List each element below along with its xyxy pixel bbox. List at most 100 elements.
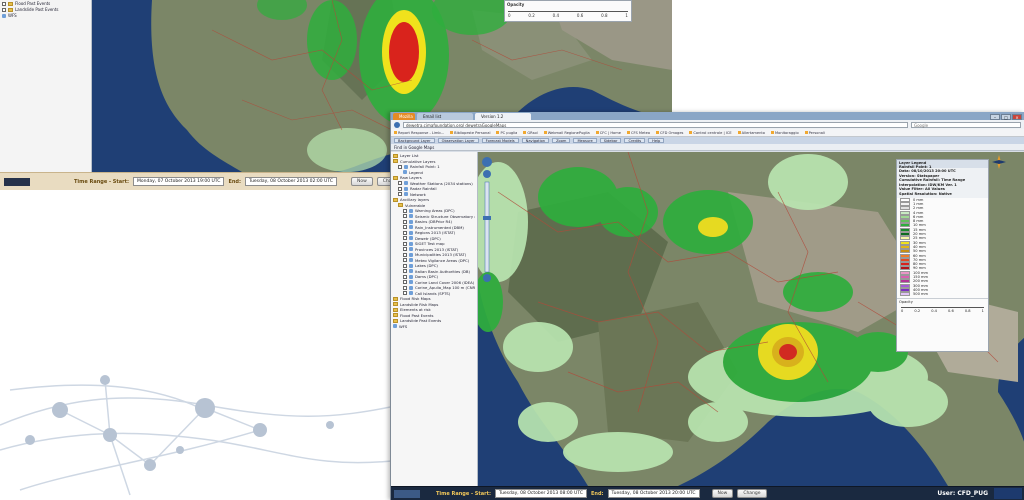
checkbox-icon[interactable] [403,208,407,213]
checkbox-icon[interactable] [403,269,407,274]
menu-observation-layer[interactable]: Observation Layer [437,138,479,143]
tree-item[interactable]: WFS [2,13,89,19]
layer-icon [409,214,413,219]
menu-help[interactable]: Help [648,138,665,143]
checkbox-icon[interactable] [398,186,402,191]
layer-icon [409,263,413,268]
legend-opacity-control[interactable]: Opacity 0 0.2 0.4 0.6 0.8 1 [897,298,988,314]
window-controls: – □ × [990,114,1024,120]
tab-dewetra[interactable]: Version 1.2 [475,113,531,120]
bookmark[interactable]: Bibliopeste Personal [450,131,490,135]
menu-navigation[interactable]: Navigation [521,138,550,143]
menu-zoom[interactable]: Zoom [552,138,571,143]
menu-background-layer[interactable]: Background Layer [394,138,435,143]
folder-icon [8,2,13,6]
layer-icon [404,186,408,191]
checkbox-icon[interactable] [403,285,407,290]
checkbox-icon[interactable] [403,230,407,235]
bookmark[interactable]: Webmail RegionePuglia [544,131,590,135]
minimize-icon[interactable]: – [990,114,1000,120]
folder-icon [393,318,398,323]
start-date-field[interactable]: Monday, 07 October 2013 19:00 UTC [133,177,225,186]
bookmark[interactable]: Allertamento [738,131,765,135]
end-date-field[interactable]: Tuesday, 08 October 2013 20:00 UTC [607,489,700,498]
folder-icon [393,302,398,307]
opacity-slider[interactable] [508,9,628,12]
checkbox-icon[interactable] [403,225,407,230]
layer-legend-panel: Layer Legend Rainfall Point: 1 Data: 08/1… [896,159,989,352]
back-opacity-control[interactable]: Opacity 0 0.2 0.4 0.6 0.8 1 [504,0,632,22]
checkbox-icon[interactable] [403,280,407,285]
bookmark[interactable]: CFS Meteo [627,131,650,135]
front-browser-window: Mozilla Email list Version 1.2 – □ × dew… [390,112,1024,500]
checkbox-icon[interactable] [2,8,6,12]
legend-row: 500 mm [897,292,988,297]
back-layer-tree: Flood Past Events Landslide Past Events … [0,0,92,172]
checkbox-icon[interactable] [398,192,402,197]
folder-icon [8,8,13,12]
bookmark[interactable]: Report Response - Limb... [394,131,444,135]
bookmark[interactable]: Control centrale | ICE [689,131,731,135]
dpc-logo [994,488,1022,499]
bookmark[interactable]: Personali [805,131,825,135]
layer-icon [409,274,413,279]
checkbox-icon[interactable] [403,258,407,263]
layer-icon [404,192,408,197]
checkbox-icon[interactable] [403,214,407,219]
url-field[interactable]: dewetra.cimafoundation.org/ dewetraGoogl… [403,121,908,128]
time-range-bar: Time Range - Start: Tuesday, 08 October … [391,486,1024,500]
tab-firefox[interactable]: Mozilla [393,113,415,120]
zoom-control[interactable] [481,156,493,286]
layer-icon [409,291,413,296]
network-decoration [0,375,400,496]
end-date-field[interactable]: Tuesday, 08 October 2013 02:00 UTC [245,177,337,186]
checkbox-icon[interactable] [403,219,407,224]
opacity-slider[interactable] [901,305,984,309]
start-date-field[interactable]: Tuesday, 08 October 2013 08:00 UTC [495,489,587,498]
now-button[interactable]: Now [711,489,734,498]
checkbox-icon[interactable] [403,236,407,241]
change-button[interactable]: Change [737,489,767,498]
layer-tree: Layer List Cumulative Layers Rainfall Poin… [391,152,478,486]
checkbox-icon[interactable] [398,181,402,186]
legend-info-line: Spatial Resolution: Native [899,191,952,196]
folder-icon [398,203,403,208]
menu-credits[interactable]: Credits [624,138,646,143]
bookmark[interactable]: GRsol [523,131,537,135]
now-button[interactable]: Now [350,177,373,186]
tab-email[interactable]: Email list [417,113,473,120]
search-input[interactable]: Google [911,121,1021,128]
checkbox-icon[interactable] [403,263,407,268]
checkbox-icon[interactable] [398,164,402,169]
find-in-maps-bar[interactable]: Find in Google Maps [391,144,1024,151]
address-bar: dewetra.cimafoundation.org/ dewetraGoogl… [391,120,1024,129]
bookmark[interactable]: CFC | Home [596,131,621,135]
checkbox-icon[interactable] [403,274,407,279]
maximize-icon[interactable]: □ [1001,114,1011,120]
bookmark[interactable]: Monitoraggio [771,131,799,135]
folder-icon [393,307,398,312]
close-icon[interactable]: × [1012,114,1022,120]
layer-icon [409,252,413,257]
folder-icon [393,175,398,180]
browser-tabstrip: Mozilla Email list Version 1.2 – □ × [391,112,1024,120]
checkbox-icon[interactable] [403,291,407,296]
checkbox-icon[interactable] [403,247,407,252]
checkbox-icon[interactable] [403,241,407,246]
checkbox-icon[interactable] [403,252,407,257]
menu-forecast-models[interactable]: Forecast Models [481,138,519,143]
bottom-status-bar: Time Range - Start: Tuesday, 08 October … [391,486,1024,500]
bookmark[interactable]: PC puglia [496,131,517,135]
cima-logo [394,489,420,498]
menu-sidebar[interactable]: Sidebar [599,138,622,143]
checkbox-icon[interactable] [2,2,6,6]
legend-info: Data: 08/10/2013 20:00 UTC Version: Stats… [897,168,988,198]
back-arrow-icon[interactable] [394,121,400,128]
bookmark[interactable]: CFD Omoges [656,131,683,135]
bookmarks-bar: Report Response - Limb... Bibliopeste Pe… [391,129,1024,137]
cima-logo [4,177,30,186]
menu-measure[interactable]: Measure [573,138,597,143]
user-label: User: CFD_PUG [937,490,988,497]
tree-item[interactable]: WFS [393,324,475,330]
layer-icon [409,285,413,290]
